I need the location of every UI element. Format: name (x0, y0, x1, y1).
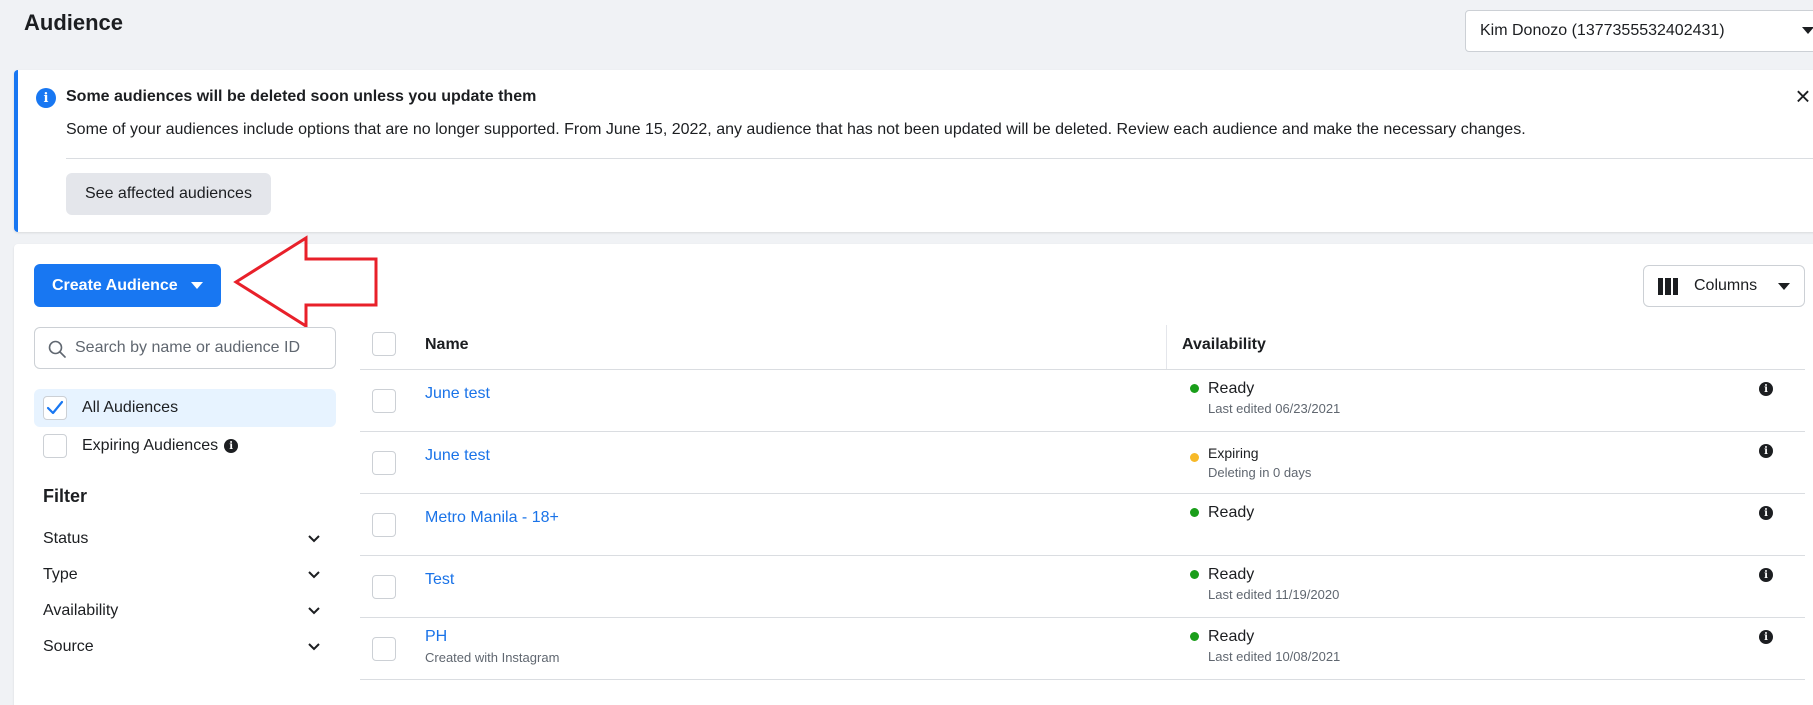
create-audience-button[interactable]: Create Audience (34, 264, 221, 307)
status-text: Expiring (1208, 445, 1259, 461)
table-row: June test Ready Last edited 06/23/2021 i (360, 370, 1805, 432)
column-header-name[interactable]: Name (425, 336, 469, 354)
chevron-down-icon (308, 607, 320, 615)
table-row: Test Ready Last edited 11/19/2020 i (360, 556, 1805, 618)
checkmark-icon (46, 400, 64, 415)
row-checkbox[interactable] (372, 389, 396, 413)
close-icon[interactable]: × (1791, 83, 1813, 109)
search-icon (48, 340, 66, 358)
expiring-audiences-option[interactable]: Expiring Audiences i (34, 427, 336, 465)
filter-label: Availability (43, 602, 119, 619)
checkbox[interactable] (43, 434, 67, 458)
banner-body: Some of your audiences include options t… (66, 121, 1526, 138)
row-checkbox[interactable] (372, 637, 396, 661)
status-dot (1190, 632, 1199, 641)
create-audience-label: Create Audience (52, 276, 178, 294)
select-all-checkbox[interactable] (372, 332, 396, 356)
info-icon[interactable]: i (224, 439, 239, 453)
status-detail: Last edited 11/19/2020 (1208, 587, 1340, 602)
audience-name-link[interactable]: PH (425, 628, 447, 646)
columns-icon (1658, 278, 1678, 295)
page-title: Audience (24, 10, 124, 35)
filter-status[interactable]: Status (43, 525, 327, 553)
see-affected-audiences-button[interactable]: See affected audiences (66, 173, 271, 215)
info-icon[interactable]: i (1759, 444, 1773, 458)
audience-search (34, 327, 336, 369)
filter-availability[interactable]: Availability (43, 597, 327, 625)
account-selector[interactable]: Kim Donozo (1377355532402431) (1465, 10, 1813, 52)
audience-name-link[interactable]: June test (425, 385, 490, 403)
filter-source[interactable]: Source (43, 633, 327, 661)
status-text: Ready (1208, 380, 1255, 397)
info-icon[interactable]: i (1759, 630, 1773, 644)
banner-title: Some audiences will be deleted soon unle… (66, 88, 537, 105)
table-row: June test Expiring Deleting in 0 days i (360, 432, 1805, 494)
info-icon[interactable]: i (1759, 568, 1773, 582)
audience-name-link[interactable]: Test (425, 571, 454, 589)
chevron-down-icon (308, 535, 320, 543)
status-detail: Last edited 10/08/2021 (1208, 649, 1341, 664)
row-checkbox[interactable] (372, 513, 396, 537)
row-checkbox[interactable] (372, 575, 396, 599)
table-header: Name Availability (360, 325, 1805, 370)
filter-label: Type (43, 566, 78, 583)
red-arrow-annotation (233, 235, 378, 329)
audience-table: Name Availability June test Ready Last e… (360, 325, 1805, 680)
status-detail: Last edited 06/23/2021 (1208, 401, 1341, 416)
banner-divider (66, 158, 1813, 159)
filter-type[interactable]: Type (43, 561, 327, 589)
status-text: Ready (1208, 504, 1255, 521)
audience-subtitle: Created with Instagram (425, 650, 560, 665)
checkbox-checked[interactable] (43, 396, 67, 420)
audience-name-link[interactable]: Metro Manila - 18+ (425, 509, 559, 527)
status-dot (1190, 453, 1199, 462)
status-dot (1190, 384, 1199, 393)
status-dot (1190, 508, 1199, 517)
audience-name-link[interactable]: June test (425, 447, 490, 465)
status-detail: Deleting in 0 days (1208, 465, 1312, 480)
caret-down-icon (1802, 27, 1813, 34)
chevron-down-icon (308, 571, 320, 579)
info-icon[interactable]: i (1759, 382, 1773, 396)
filter-label: Source (43, 638, 94, 655)
info-icon: i (36, 88, 56, 108)
all-audiences-option[interactable]: All Audiences (34, 389, 336, 427)
caret-down-icon (1778, 283, 1790, 290)
caret-down-icon (191, 282, 203, 289)
deletion-warning-banner: i Some audiences will be deleted soon un… (14, 70, 1813, 232)
account-selector-label: Kim Donozo (1377355532402431) (1480, 22, 1725, 39)
search-input[interactable] (75, 328, 330, 368)
chevron-down-icon (308, 643, 320, 651)
table-row: Metro Manila - 18+ Ready i (360, 494, 1805, 556)
info-icon[interactable]: i (1759, 506, 1773, 520)
columns-button[interactable]: Columns (1643, 265, 1805, 307)
all-audiences-label: All Audiences (82, 399, 179, 416)
table-row: PH Created with Instagram Ready Last edi… (360, 618, 1805, 680)
status-text: Ready (1208, 566, 1255, 583)
expiring-audiences-label: Expiring Audiences (82, 437, 219, 454)
status-dot (1190, 570, 1199, 579)
filter-label: Status (43, 530, 89, 547)
row-checkbox[interactable] (372, 451, 396, 475)
filter-title: Filter (43, 486, 88, 506)
column-divider[interactable] (1166, 325, 1167, 369)
status-text: Ready (1208, 628, 1255, 645)
columns-label: Columns (1694, 277, 1758, 294)
column-header-availability[interactable]: Availability (1182, 336, 1266, 354)
